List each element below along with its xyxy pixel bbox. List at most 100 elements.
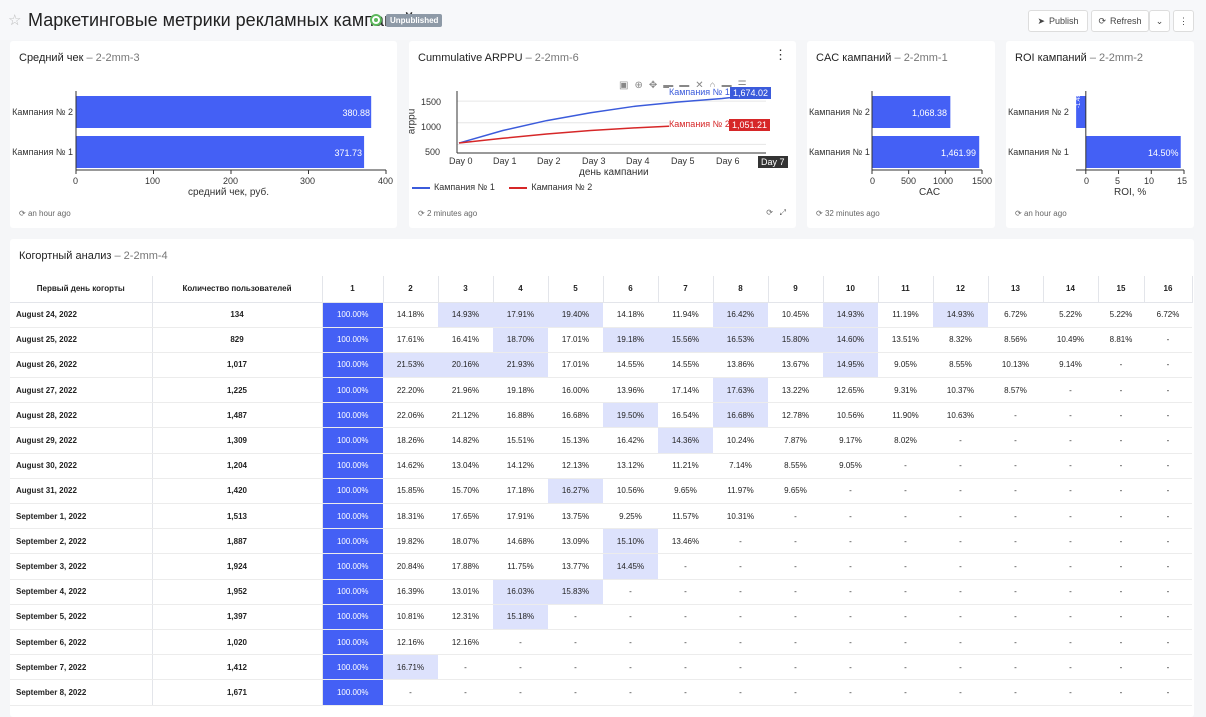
retention-cell: 13.04% bbox=[438, 453, 493, 479]
retention-cell: - bbox=[658, 629, 713, 656]
legend-item[interactable]: Кампания № 1 bbox=[412, 182, 495, 192]
column-header-day[interactable]: 16 bbox=[1144, 276, 1193, 303]
refresh-icon[interactable]: ⟳ bbox=[766, 208, 773, 217]
column-header-day[interactable]: 4 bbox=[493, 276, 549, 303]
retention-cell: 19.50% bbox=[603, 402, 658, 429]
retention-cell: 9.65% bbox=[658, 478, 713, 505]
column-header-day[interactable]: 11 bbox=[878, 276, 934, 303]
retention-cell: 100.00% bbox=[322, 427, 383, 454]
tick-label: 500 bbox=[425, 147, 441, 157]
cohort-date: September 4, 2022 bbox=[10, 579, 153, 605]
column-header-users[interactable]: Количество пользователей bbox=[152, 276, 323, 303]
column-header-day[interactable]: 6 bbox=[603, 276, 659, 303]
x-axis-title: CAC bbox=[919, 187, 941, 198]
tick-label: 100 bbox=[145, 176, 161, 186]
retention-cell: - bbox=[823, 478, 878, 505]
column-header-day[interactable]: 14 bbox=[1043, 276, 1099, 303]
retention-cell: - bbox=[1098, 654, 1144, 681]
cac-chart bbox=[871, 91, 983, 174]
tick-label: Day 5 bbox=[671, 156, 695, 166]
retention-cell: - bbox=[878, 654, 933, 681]
bar-value: 14.50% bbox=[1148, 148, 1179, 158]
retention-cell: - bbox=[768, 503, 823, 530]
retention-cell: 8.55% bbox=[768, 453, 823, 479]
cohort-users: 1,487 bbox=[152, 402, 323, 429]
retention-cell: - bbox=[493, 679, 548, 706]
retention-cell: - bbox=[1144, 427, 1192, 454]
column-header-day[interactable]: 9 bbox=[768, 276, 824, 303]
retention-cell: - bbox=[548, 654, 603, 681]
retention-cell: 16.03% bbox=[493, 579, 548, 605]
cohort-table: Первый день когорты Количество пользоват… bbox=[10, 276, 1193, 706]
retention-cell: - bbox=[988, 478, 1043, 505]
retention-cell: 9.17% bbox=[823, 427, 878, 454]
refresh-button[interactable]: ⟳ Refresh bbox=[1091, 10, 1149, 32]
column-header-day[interactable]: 13 bbox=[988, 276, 1044, 303]
retention-cell: 100.00% bbox=[322, 629, 383, 656]
expand-icon[interactable]: ⤢ bbox=[780, 208, 786, 217]
retention-cell: 5.22% bbox=[1043, 302, 1098, 328]
cohort-date: August 24, 2022 bbox=[10, 302, 153, 328]
publish-button[interactable]: ➤ Publish bbox=[1028, 10, 1088, 32]
category-label: Кампания № 2 bbox=[12, 107, 73, 117]
category-label: Кампания № 2 bbox=[809, 107, 870, 117]
retention-cell: 14.18% bbox=[603, 302, 658, 328]
tick-label: Day 4 bbox=[626, 156, 650, 166]
retention-cell: - bbox=[1098, 629, 1144, 656]
retention-cell: - bbox=[713, 604, 768, 630]
retention-cell: - bbox=[1144, 553, 1192, 580]
retention-cell: 16.42% bbox=[713, 302, 768, 328]
retention-cell: 12.13% bbox=[548, 453, 603, 479]
retention-cell: - bbox=[823, 629, 878, 656]
retention-cell: 19.18% bbox=[603, 327, 658, 353]
roi-card: ROI кампаний – 2-2mm-2 Кампания № 2 Камп… bbox=[1006, 41, 1194, 228]
column-header-day[interactable]: 15 bbox=[1098, 276, 1145, 303]
cohort-users: 1,420 bbox=[152, 478, 323, 505]
column-header-day[interactable]: 8 bbox=[713, 276, 769, 303]
refresh-dropdown-button[interactable]: ⌄ bbox=[1149, 10, 1170, 32]
retention-cell: 17.65% bbox=[438, 503, 493, 530]
tick-label: Day 6 bbox=[716, 156, 740, 166]
cohort-date: August 27, 2022 bbox=[10, 377, 153, 404]
retention-cell: 21.93% bbox=[493, 352, 548, 379]
retention-cell: 16.53% bbox=[713, 327, 768, 353]
retention-cell: 9.31% bbox=[878, 377, 933, 404]
column-header-day[interactable]: 12 bbox=[933, 276, 989, 303]
retention-cell: 10.31% bbox=[713, 503, 768, 530]
avg-check-card: Средний чек – 2-2mm-3 Кампания № 2 Кампа… bbox=[10, 41, 397, 228]
column-header-date[interactable]: Первый день когорты bbox=[10, 276, 153, 303]
retention-cell: 13.67% bbox=[768, 352, 823, 379]
column-header-day[interactable]: 10 bbox=[823, 276, 879, 303]
tick-label: 500 bbox=[901, 176, 917, 186]
retention-cell: 21.96% bbox=[438, 377, 493, 404]
cohort-users: 1,017 bbox=[152, 352, 323, 379]
retention-cell: - bbox=[603, 654, 658, 681]
retention-cell: 100.00% bbox=[322, 654, 383, 681]
more-options-button[interactable]: ⋮ bbox=[1173, 10, 1194, 32]
table-row: August 25, 2022 829 100.00% 17.61% 16.41% 18.… bbox=[10, 327, 1192, 353]
legend-item[interactable]: Кампания № 2 bbox=[509, 182, 592, 192]
retention-cell: - bbox=[768, 579, 823, 605]
column-header-day[interactable]: 7 bbox=[658, 276, 714, 303]
retention-cell: 100.00% bbox=[322, 553, 383, 580]
retention-cell: - bbox=[548, 604, 603, 630]
series1-hover-value: 1,674.02 bbox=[730, 87, 772, 99]
card-footer-icons: ⟳ ⤢ bbox=[766, 208, 786, 218]
retention-cell: - bbox=[1043, 503, 1098, 530]
retention-cell: - bbox=[823, 654, 878, 681]
series2-hover-value: 1,051.21 bbox=[729, 119, 771, 131]
retention-cell: 8.56% bbox=[988, 327, 1043, 353]
column-header-day[interactable]: 5 bbox=[548, 276, 604, 303]
retention-cell: 8.02% bbox=[878, 427, 933, 454]
retention-cell: - bbox=[1098, 604, 1144, 630]
retention-cell: - bbox=[988, 579, 1043, 605]
legend-swatch bbox=[412, 186, 430, 189]
column-header-day[interactable]: 1 bbox=[322, 276, 384, 303]
retention-cell: 14.68% bbox=[493, 528, 548, 555]
cohort-date: September 3, 2022 bbox=[10, 553, 153, 580]
retention-cell: - bbox=[1144, 453, 1192, 479]
retention-cell: - bbox=[1043, 604, 1098, 630]
star-icon[interactable]: ☆ bbox=[8, 11, 21, 29]
column-header-day[interactable]: 3 bbox=[438, 276, 494, 303]
column-header-day[interactable]: 2 bbox=[383, 276, 439, 303]
